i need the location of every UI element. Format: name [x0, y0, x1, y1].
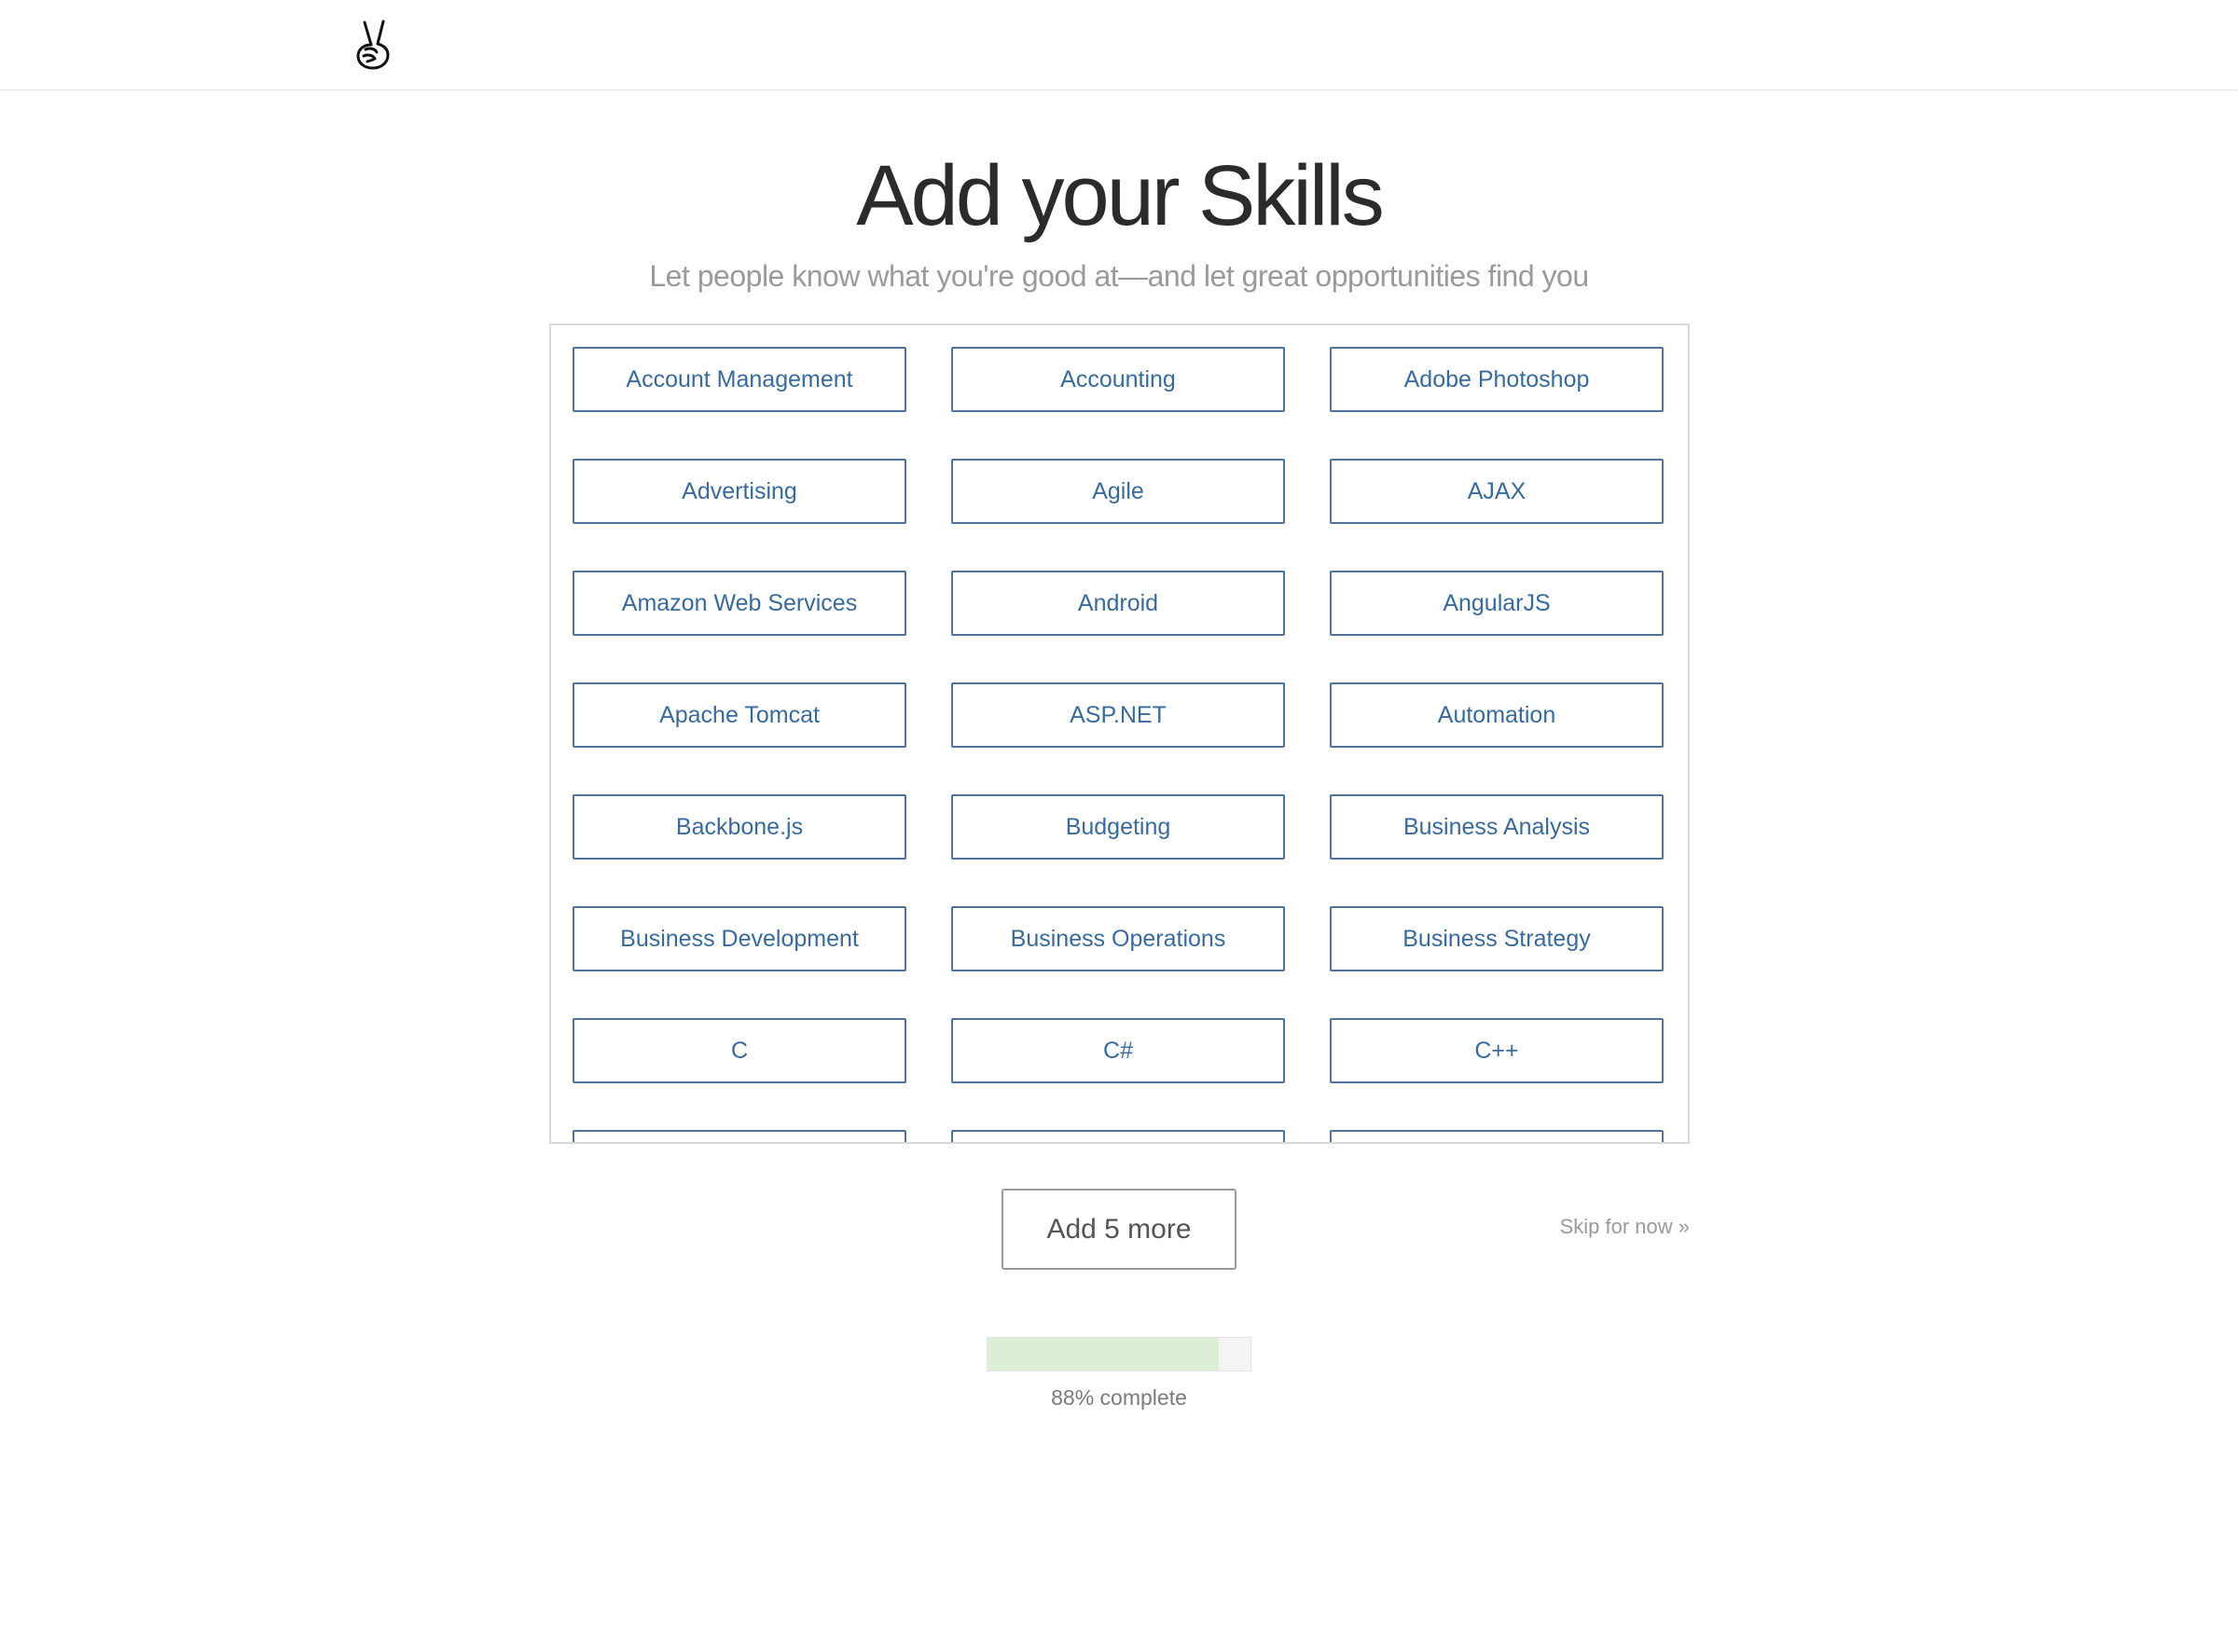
progress-label: 88% complete: [1051, 1385, 1187, 1410]
skill-button[interactable]: AngularJS: [1330, 571, 1664, 636]
skill-button[interactable]: Advertising: [573, 459, 906, 524]
peace-hand-icon[interactable]: [352, 19, 395, 71]
skill-button[interactable]: Accounting: [951, 347, 1285, 412]
skill-button[interactable]: AJAX: [1330, 459, 1664, 524]
progress-bar-fill: [988, 1338, 1220, 1370]
skill-button[interactable]: Apache Tomcat: [573, 682, 906, 748]
skill-button[interactable]: [1330, 1130, 1664, 1142]
skill-button[interactable]: [951, 1130, 1285, 1142]
skip-for-now-link[interactable]: Skip for now »: [1529, 1212, 1690, 1242]
skill-button[interactable]: Automation: [1330, 682, 1664, 748]
skill-button[interactable]: Business Operations: [951, 906, 1285, 971]
skill-button[interactable]: Business Analysis: [1330, 794, 1664, 860]
skills-grid: Account Management Accounting Adobe Photos…: [573, 347, 1668, 1142]
skill-button[interactable]: Adobe Photoshop: [1330, 347, 1664, 412]
page-title: Add your Skills: [856, 148, 1384, 243]
skill-button[interactable]: Account Management: [573, 347, 906, 412]
skill-button[interactable]: C: [573, 1018, 906, 1083]
progress-bar: [987, 1337, 1251, 1371]
skill-button[interactable]: Business Development: [573, 906, 906, 971]
skill-button[interactable]: Backbone.js: [573, 794, 906, 860]
skill-button[interactable]: C#: [951, 1018, 1285, 1083]
add-more-button[interactable]: Add 5 more: [1002, 1189, 1236, 1270]
skill-button[interactable]: Agile: [951, 459, 1285, 524]
skill-button[interactable]: Android: [951, 571, 1285, 636]
skill-button[interactable]: Budgeting: [951, 794, 1285, 860]
skill-button[interactable]: [573, 1130, 906, 1142]
skill-button[interactable]: Business Strategy: [1330, 906, 1664, 971]
skill-button[interactable]: Amazon Web Services: [573, 571, 906, 636]
top-bar: [0, 0, 2238, 90]
skills-list-box[interactable]: Account Management Accounting Adobe Photos…: [549, 324, 1690, 1144]
skill-button[interactable]: ASP.NET: [951, 682, 1285, 748]
page-subtitle: Let people know what you're good at—and …: [649, 259, 1589, 293]
skill-button[interactable]: C++: [1330, 1018, 1664, 1083]
